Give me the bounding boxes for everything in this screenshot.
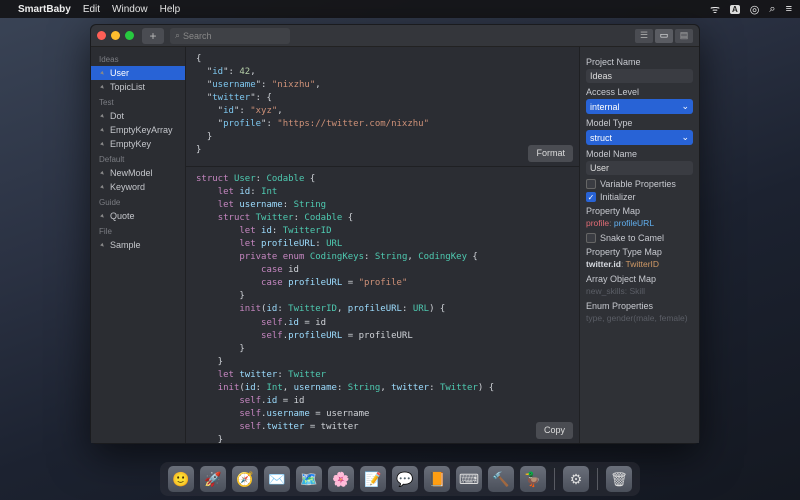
traffic-lights	[97, 31, 134, 40]
titlebar: + ⌕ Search ☰ ▭ ▤	[91, 25, 699, 47]
app-window: + ⌕ Search ☰ ▭ ▤ IdeasUserTopicListTestD…	[90, 24, 700, 444]
add-button[interactable]: +	[142, 28, 164, 44]
search-icon[interactable]: ⌕	[769, 3, 775, 16]
dock-photos-icon[interactable]: 🌸	[328, 466, 354, 492]
snake-to-camel-checkbox[interactable]: Snake to Camel	[586, 233, 693, 243]
sidebar-item-user[interactable]: User	[91, 66, 185, 80]
search-icon: ⌕	[175, 30, 180, 41]
macos-menubar: SmartBaby Edit Window Help ᯤ A ◎ ⌕ ≡	[0, 0, 800, 18]
minimize-button[interactable]	[111, 31, 120, 40]
dock-maps-icon[interactable]: 🗺️	[296, 466, 322, 492]
main-area: { "id": 42, "username": "nixzhu", "twitt…	[186, 47, 579, 443]
model-type-label: Model Type	[586, 118, 693, 128]
enum-properties-field[interactable]: type, gender(male, female)	[586, 313, 693, 323]
copy-button[interactable]: Copy	[536, 422, 573, 439]
sidebar-item-emptykey[interactable]: EmptyKey	[91, 137, 185, 151]
sidebar: IdeasUserTopicListTestDotEmptyKeyArrayEm…	[91, 47, 186, 443]
dock-books-icon[interactable]: 📙	[424, 466, 450, 492]
app-name[interactable]: SmartBaby	[18, 4, 71, 15]
property-type-map-label: Property Type Map	[586, 247, 693, 257]
close-button[interactable]	[97, 31, 106, 40]
enum-properties-label: Enum Properties	[586, 301, 693, 311]
project-name-field[interactable]: Ideas	[586, 69, 693, 83]
code-content: struct User: Codable { let id: Int let u…	[196, 173, 569, 443]
chevron-icon: ⌄	[681, 132, 689, 143]
wifi-icon[interactable]: ᯤ	[710, 2, 720, 17]
dock-settings-icon[interactable]: ⚙	[563, 466, 589, 492]
property-map-label: Property Map	[586, 206, 693, 216]
sidebar-item-emptykeyarray[interactable]: EmptyKeyArray	[91, 123, 185, 137]
dock-mail-icon[interactable]: ✉️	[264, 466, 290, 492]
sidebar-item-keyword[interactable]: Keyword	[91, 180, 185, 194]
model-name-label: Model Name	[586, 149, 693, 159]
property-map-entry[interactable]: profile: profileURL	[586, 218, 693, 228]
dock-launchpad-icon[interactable]: 🚀	[200, 466, 226, 492]
sidebar-item-quote[interactable]: Quote	[91, 209, 185, 223]
view-mode-3[interactable]: ▤	[675, 29, 693, 43]
model-type-select[interactable]: struct ⌄	[586, 130, 693, 145]
menu-window[interactable]: Window	[112, 4, 148, 15]
sidebar-group-header: Test	[91, 94, 185, 109]
sidebar-item-topiclist[interactable]: TopicList	[91, 80, 185, 94]
view-mode-2[interactable]: ▭	[655, 29, 673, 43]
sidebar-group-header: Default	[91, 151, 185, 166]
dock-messages-icon[interactable]: 💬	[392, 466, 418, 492]
json-content: { "id": 42, "username": "nixzhu", "twitt…	[196, 53, 569, 157]
checkbox-icon	[586, 179, 596, 189]
dock: 🙂🚀🧭✉️🗺️🌸📝💬📙⌨🔨🦆 ⚙ 🗑	[160, 462, 640, 496]
checkbox-icon	[586, 233, 596, 243]
json-pane[interactable]: { "id": 42, "username": "nixzhu", "twitt…	[186, 47, 579, 167]
project-name-label: Project Name	[586, 57, 693, 67]
sidebar-group-header: Guide	[91, 194, 185, 209]
dock-trash-icon[interactable]: 🗑	[606, 466, 632, 492]
initializer-checkbox[interactable]: ✓ Initializer	[586, 192, 693, 202]
sidebar-item-sample[interactable]: Sample	[91, 238, 185, 252]
sidebar-item-newmodel[interactable]: NewModel	[91, 166, 185, 180]
zoom-button[interactable]	[125, 31, 134, 40]
array-object-map-label: Array Object Map	[586, 274, 693, 284]
inspector-panel: Project Name Ideas Access Level internal…	[579, 47, 699, 443]
format-button[interactable]: Format	[528, 145, 573, 162]
code-pane[interactable]: struct User: Codable { let id: Int let u…	[186, 167, 579, 443]
search-placeholder: Search	[183, 31, 212, 41]
menu-edit[interactable]: Edit	[83, 4, 100, 15]
dock-xcode-icon[interactable]: 🔨	[488, 466, 514, 492]
model-name-field[interactable]: User	[586, 161, 693, 175]
menu-help[interactable]: Help	[160, 4, 181, 15]
access-level-select[interactable]: internal ⌄	[586, 99, 693, 114]
dock-notes-icon[interactable]: 📝	[360, 466, 386, 492]
spotlight-icon[interactable]: ◎	[750, 3, 760, 16]
dock-safari-icon[interactable]: 🧭	[232, 466, 258, 492]
view-mode-segmented: ☰ ▭ ▤	[635, 29, 693, 43]
access-level-label: Access Level	[586, 87, 693, 97]
dock-terminal-icon[interactable]: ⌨	[456, 466, 482, 492]
array-object-map-field[interactable]: new_skills: Skill	[586, 286, 693, 296]
view-mode-1[interactable]: ☰	[635, 29, 653, 43]
search-input[interactable]: ⌕ Search	[170, 28, 290, 44]
sidebar-group-header: File	[91, 223, 185, 238]
input-source-icon[interactable]: A	[730, 5, 740, 14]
dock-duck-icon[interactable]: 🦆	[520, 466, 546, 492]
checkbox-icon: ✓	[586, 192, 596, 202]
sidebar-item-dot[interactable]: Dot	[91, 109, 185, 123]
notification-center-icon[interactable]: ≡	[786, 3, 792, 15]
variable-properties-checkbox[interactable]: Variable Properties	[586, 179, 693, 189]
chevron-icon: ⌄	[681, 101, 689, 112]
dock-finder-icon[interactable]: 🙂	[168, 466, 194, 492]
sidebar-group-header: Ideas	[91, 51, 185, 66]
property-type-map-entry[interactable]: twitter.id: TwitterID	[586, 259, 693, 269]
